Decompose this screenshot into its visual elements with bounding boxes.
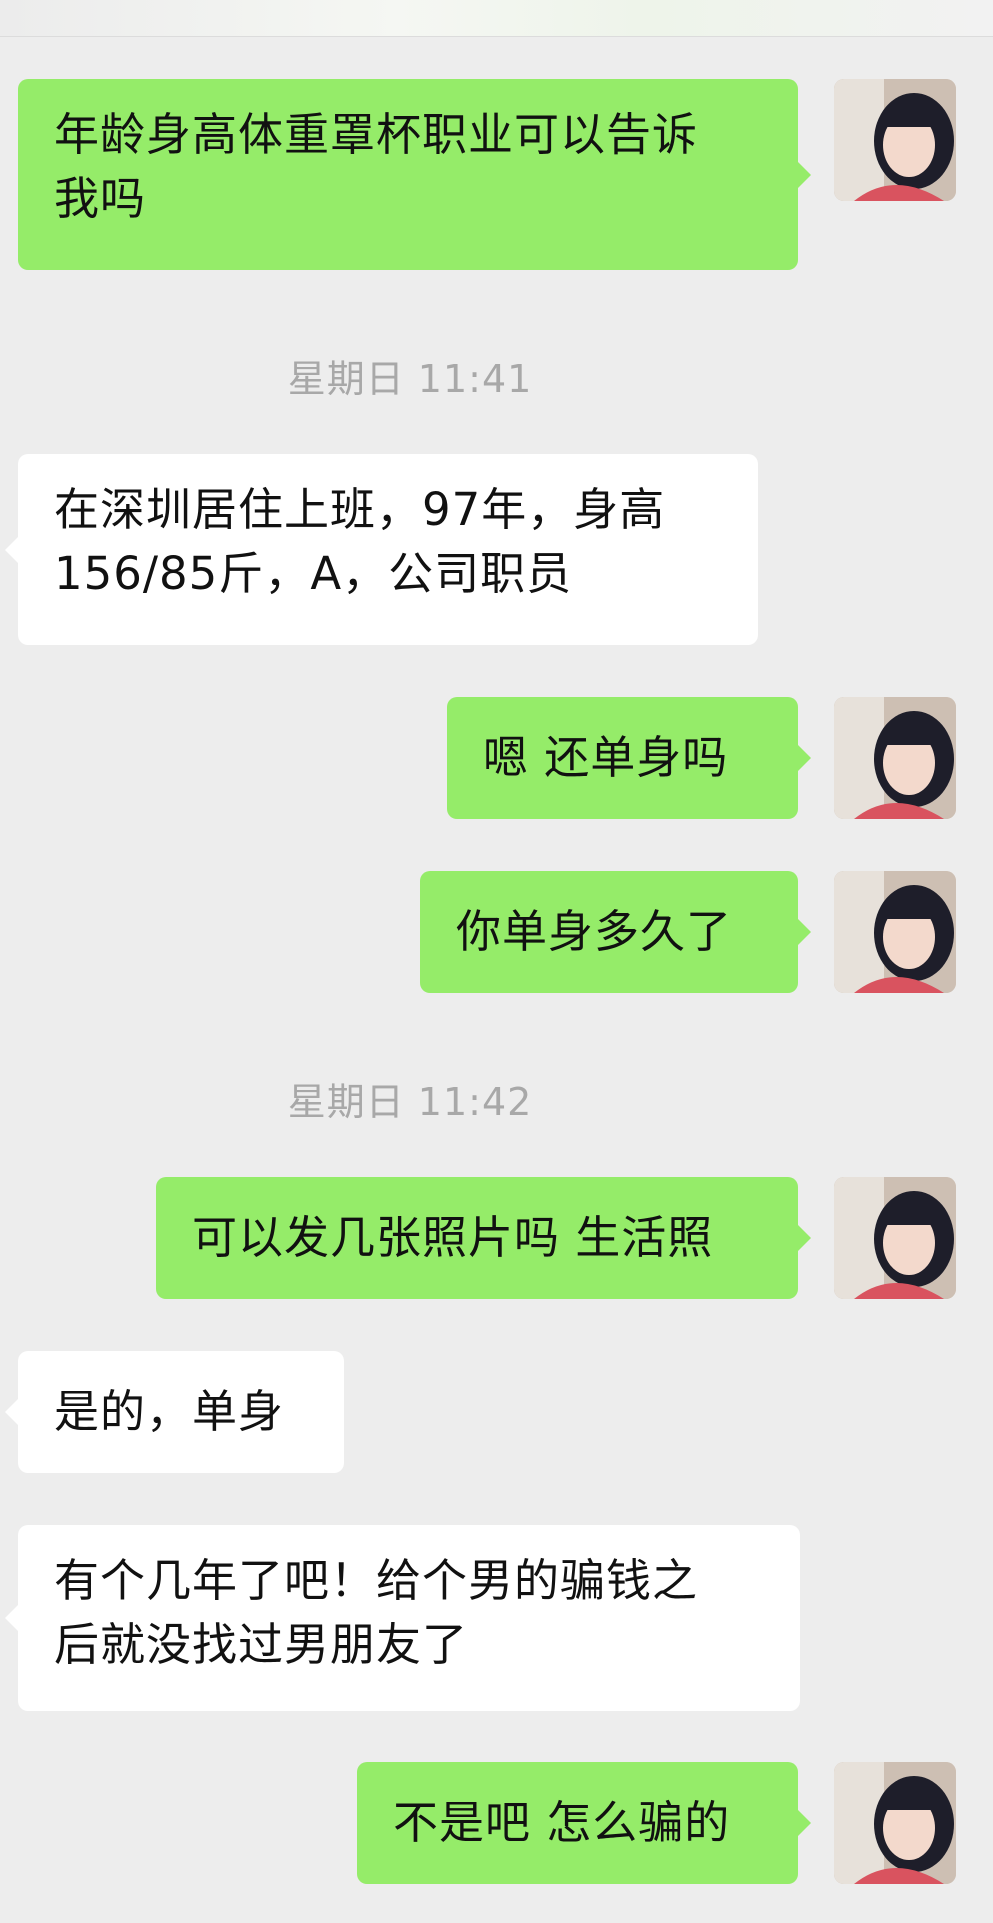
user-avatar-icon[interactable] <box>834 1177 956 1299</box>
user-avatar-icon[interactable] <box>834 697 956 819</box>
user-avatar-icon[interactable] <box>834 1762 956 1884</box>
outgoing-message-bubble[interactable]: 年龄身高体重罩杯职业可以告诉 我吗 <box>18 79 811 270</box>
outgoing-message-bubble[interactable]: 可以发几张照片吗 生活照 <box>156 1177 811 1299</box>
top-bar-strip <box>0 0 993 37</box>
chat-timestamp: 星期日 11:42 <box>287 1080 533 1124</box>
chat-screen: 年龄身高体重罩杯职业可以告诉 我吗 星期日 11:41 在深圳居住上班，97年，… <box>0 0 993 1923</box>
incoming-message-bubble[interactable]: 在深圳居住上班，97年，身高 156/85斤，A，公司职员 <box>5 454 758 645</box>
incoming-message-bubble[interactable]: 是的，单身 <box>5 1351 344 1473</box>
incoming-message-bubble[interactable]: 有个几年了吧！给个男的骗钱之 后就没找过男朋友了 <box>5 1525 800 1711</box>
outgoing-message-bubble[interactable]: 嗯 还单身吗 <box>447 697 811 819</box>
chat-timestamp: 星期日 11:41 <box>287 357 533 401</box>
user-avatar-icon[interactable] <box>834 871 956 993</box>
outgoing-message-bubble[interactable]: 不是吧 怎么骗的 <box>357 1762 811 1884</box>
user-avatar-icon[interactable] <box>834 79 956 201</box>
outgoing-message-bubble[interactable]: 你单身多久了 <box>420 871 811 993</box>
